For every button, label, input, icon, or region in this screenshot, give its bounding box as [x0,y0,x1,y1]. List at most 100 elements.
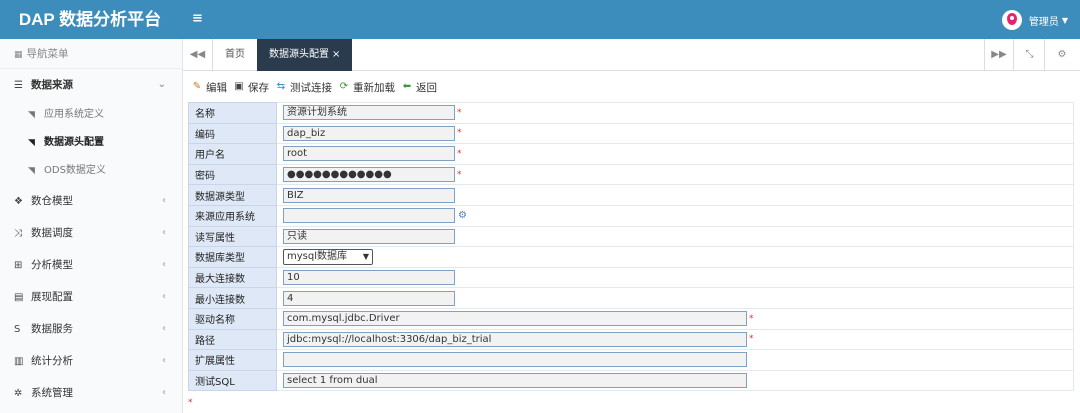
form-row: 来源应用系统 ⚙ [188,204,1074,227]
db-type-select[interactable]: mysql数据库 ▼ [283,248,373,265]
sidebar-item-system[interactable]: ✲ 系统管理 ‹ [0,377,182,409]
sidebar-subitem-app-system[interactable]: ◥ 应用系统定义 [0,101,182,129]
close-icon[interactable]: × [332,49,340,60]
fullscreen-icon[interactable]: ⤡ [1015,39,1045,71]
tag-icon: ◥ [28,166,35,176]
field-cell: jdbc:mysql://localhost:3306/dap_biz_tria… [276,328,1074,351]
chevron-left-icon: ‹ [162,387,166,398]
form-row: 数据源类型 BIZ [188,184,1074,206]
reload-button[interactable]: ⟳ 重新加载 [338,80,395,95]
sidebar-subitem-datasource-config[interactable]: ◥ 数据源头配置 [0,129,182,157]
field-cell [276,349,1074,371]
sidebar-item-analysis-model[interactable]: ⊞ 分析模型 ‹ [0,249,182,281]
form-row: 最小连接数 4 [188,287,1074,309]
field-label: 用户名 [188,143,277,165]
field-input[interactable]: select 1 from dual [283,373,747,389]
field-label: 数据源类型 [188,184,277,206]
required-mark: * [457,148,462,159]
field-input[interactable]: 10 [283,270,455,286]
sidebar-item-statistics[interactable]: ▥ 统计分析 ‹ [0,345,182,377]
required-mark: * [749,313,754,324]
required-mark: * [188,398,193,408]
sidebar-item-display-config[interactable]: ▤ 展现配置 ‹ [0,281,182,313]
field-cell: dap_biz * [276,122,1074,145]
chevron-down-icon: ⌄ [157,79,166,90]
field-cell: ●●●●●●●●●●●● * [276,163,1074,186]
field-input[interactable] [283,208,455,224]
field-label: 最小连接数 [188,287,277,309]
tab-home[interactable]: 首页 [213,39,257,71]
sidebar-item-data-service[interactable]: S 数据服务 ‹ [0,313,182,345]
bar-chart-icon: ▥ [14,356,24,367]
field-label: 路径 [188,328,277,351]
cubes-icon: ❖ [14,196,23,207]
save-icon: ▣ [234,81,244,92]
reload-icon: ⟳ [339,81,349,92]
field-input[interactable]: com.mysql.jdbc.Driver [283,311,747,327]
field-input[interactable]: 资源计划系统 [283,105,455,121]
tab-datasource-config[interactable]: 数据源头配置 × [257,39,353,71]
field-label: 数据库类型 [188,246,277,268]
field-cell: 10 [276,266,1074,289]
field-input[interactable]: root [283,146,455,162]
tag-icon: ◥ [28,138,35,148]
edit-button[interactable]: ✎ 编辑 [191,80,227,95]
field-input[interactable] [283,352,747,368]
tab-bar: ◀◀ 首页 数据源头配置 × ▶▶ ⤡ ⚙ [183,39,1080,71]
sidebar-subitem-ods[interactable]: ◥ ODS数据定义 [0,157,182,185]
sidebar-item-scheduling[interactable]: ⤨ 数据调度 ‹ [0,217,182,249]
field-input[interactable]: 4 [283,290,455,306]
field-input[interactable]: BIZ [283,187,455,203]
menu-toggle-icon[interactable]: ≡ [192,11,203,26]
required-mark: * [749,334,754,345]
form-row: 驱动名称 com.mysql.jdbc.Driver * [188,307,1074,330]
field-input[interactable]: jdbc:mysql://localhost:3306/dap_biz_tria… [283,331,747,347]
form-row: 用户名 root * [188,143,1074,165]
field-cell: root * [276,143,1074,165]
sitemap-icon: ⊞ [14,260,23,271]
field-label: 来源应用系统 [188,204,277,227]
form-row: 扩展属性 [188,349,1074,371]
field-label: 测试SQL [188,369,277,392]
sidebar-item-data-source[interactable]: ☰ 数据来源 ⌄ [0,69,182,101]
scroll-left-icon[interactable]: ◀◀ [183,39,213,71]
field-cell: mysql数据库 ▼ [276,246,1074,268]
sidebar: ▦ 导航菜单 ☰ 数据来源 ⌄ ◥ 应用系统定义 ◥ 数据源头配置 ◥ ODS数据定义 ❖… [0,39,183,413]
save-button[interactable]: ▣ 保存 [233,80,269,95]
field-cell: select 1 from dual [276,369,1074,392]
chevron-left-icon: ‹ [162,195,166,206]
form-row: 测试SQL select 1 from dual [188,369,1074,392]
back-button[interactable]: ⬅ 返回 [401,80,437,95]
field-cell: ⚙ [276,204,1074,227]
datasource-form: 名称 资源计划系统 * 编码 dap_biz * 用户名 root * 密码 ●●●●●●●●●●●… [188,102,1074,392]
required-mark: * [457,169,462,180]
form-row: 密码 ●●●●●●●●●●●● * [188,163,1074,186]
field-input[interactable]: ●●●●●●●●●●●● [283,167,455,183]
gear-icon[interactable]: ⚙ [1047,39,1077,71]
test-connection-button[interactable]: ⇆ 测试连接 [275,80,332,95]
chevron-left-icon: ‹ [162,323,166,334]
chevron-left-icon: ‹ [162,259,166,270]
form-row: 读写属性 只读 [188,225,1074,248]
field-label: 名称 [188,102,277,124]
connect-icon: ⇆ [276,81,286,92]
form-row: 最大连接数 10 [188,266,1074,289]
field-input[interactable]: dap_biz [283,125,455,141]
field-label: 密码 [188,163,277,186]
sidebar-item-warehouse-model[interactable]: ❖ 数仓模型 ‹ [0,185,182,217]
scroll-right-icon[interactable]: ▶▶ [984,39,1014,71]
chevron-left-icon: ‹ [162,227,166,238]
top-header: DAP 数据分析平台 ≡ 管理员 ▼ [0,0,1080,39]
user-menu[interactable]: 管理员 ▼ [1001,9,1068,31]
field-input[interactable]: 只读 [283,228,455,244]
caret-down-icon: ▼ [1061,15,1068,25]
picker-icon[interactable]: ⚙ [458,210,470,221]
required-mark: * [457,107,462,118]
user-name[interactable]: 管理员 [1029,13,1059,28]
film-icon: ▤ [14,292,24,303]
app-logo[interactable]: DAP 数据分析平台 [0,0,180,39]
field-label: 读写属性 [188,225,277,248]
random-icon: ⤨ [14,228,22,239]
pencil-icon: ✎ [192,81,202,92]
avatar[interactable] [1001,10,1022,30]
